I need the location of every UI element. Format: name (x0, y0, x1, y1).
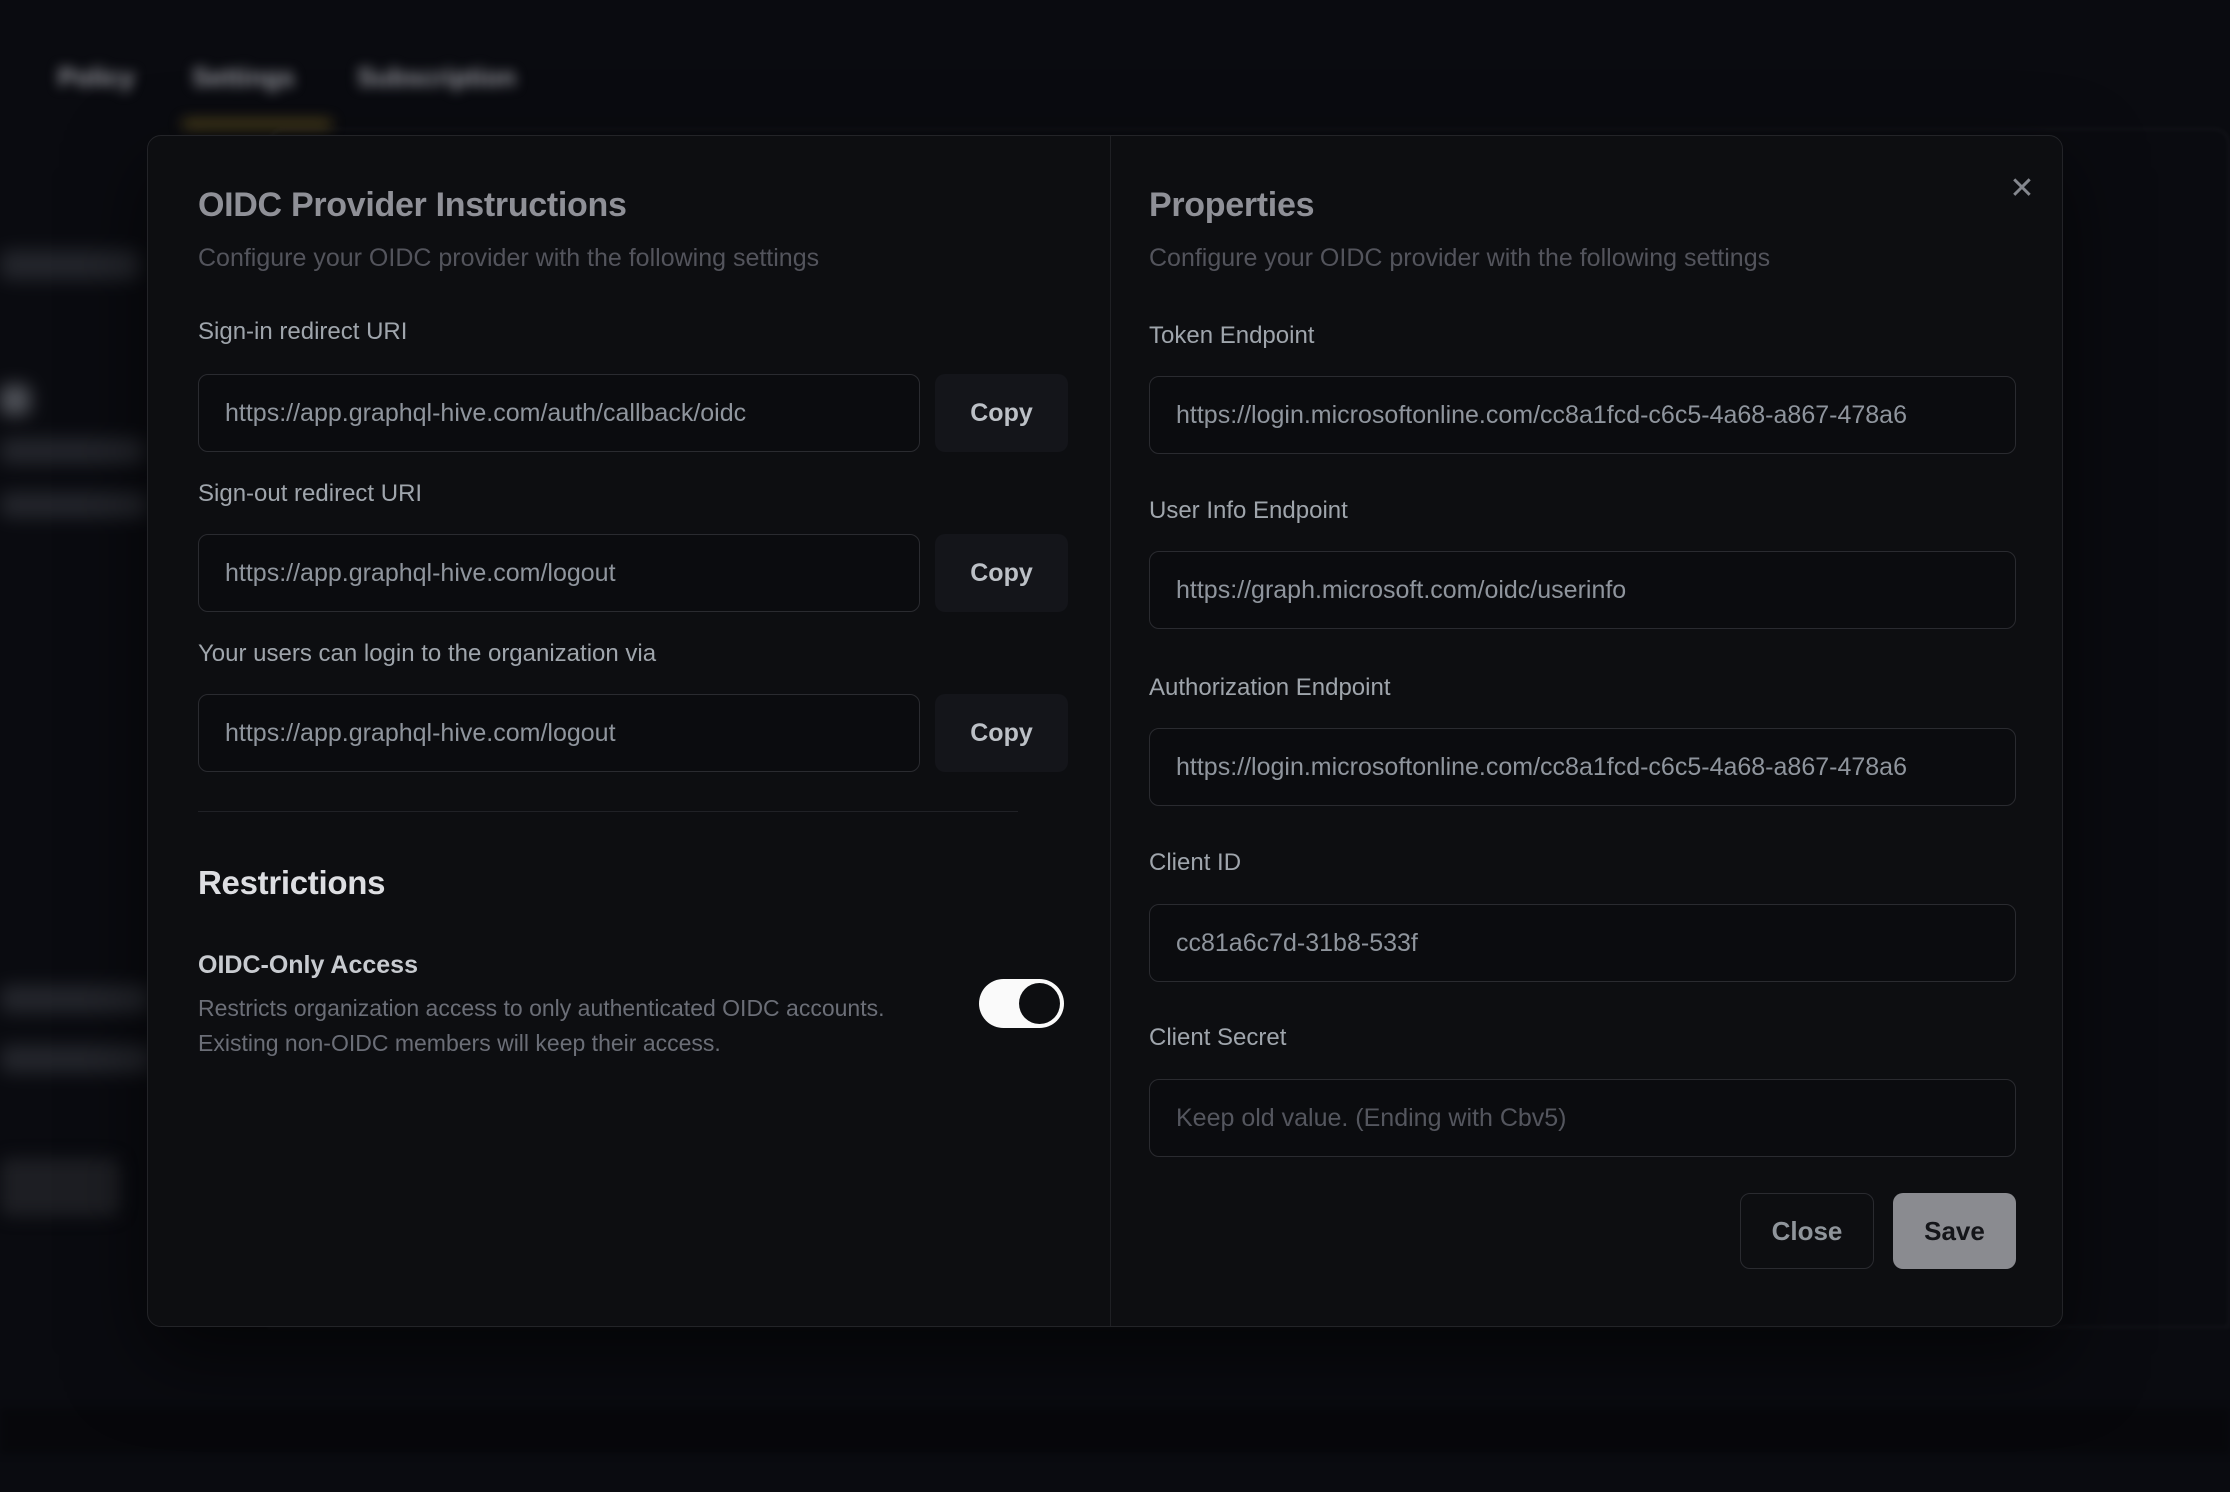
blurred-background-button (0, 1158, 120, 1216)
copy-signin-uri-button[interactable]: Copy (935, 374, 1068, 452)
close-button[interactable]: Close (1740, 1193, 1874, 1269)
background-section-band (0, 1408, 2230, 1454)
oidc-only-access-description-2: Existing non-OIDC members will keep thei… (198, 1026, 721, 1061)
login-via-input[interactable] (198, 694, 920, 772)
user-info-endpoint-label: User Info Endpoint (1149, 497, 1348, 525)
copy-signout-uri-button[interactable]: Copy (935, 534, 1068, 612)
signin-redirect-uri-label: Sign-in redirect URI (198, 318, 407, 346)
oidc-only-access-description-1: Restricts organization access to only au… (198, 991, 885, 1026)
user-info-endpoint-input[interactable] (1149, 551, 2016, 629)
token-endpoint-input[interactable] (1149, 376, 2016, 454)
tab-settings[interactable]: Settings (192, 62, 295, 93)
signout-redirect-uri-label: Sign-out redirect URI (198, 480, 422, 508)
left-column-subtitle: Configure your OIDC provider with the fo… (198, 244, 819, 273)
right-column-title: Properties (1149, 186, 1314, 225)
active-tab-underline (182, 120, 332, 128)
oidc-only-access-label: OIDC-Only Access (198, 951, 418, 980)
close-icon[interactable]: ✕ (2000, 166, 2044, 210)
client-id-input[interactable] (1149, 904, 2016, 982)
token-endpoint-label: Token Endpoint (1149, 322, 1314, 350)
blurred-background-text (0, 1045, 152, 1073)
copy-login-via-button[interactable]: Copy (935, 694, 1068, 772)
right-column-subtitle: Configure your OIDC provider with the fo… (1149, 244, 1770, 273)
client-id-label: Client ID (1149, 849, 1241, 877)
login-via-label: Your users can login to the organization… (198, 640, 656, 668)
signout-redirect-uri-input[interactable] (198, 534, 920, 612)
signin-redirect-uri-input[interactable] (198, 374, 920, 452)
tab-subscription[interactable]: Subscription (357, 62, 516, 93)
restrictions-divider (198, 811, 1018, 812)
save-button[interactable]: Save (1893, 1193, 2016, 1269)
column-divider (1110, 136, 1111, 1326)
blurred-background-text (0, 492, 148, 518)
left-column-title: OIDC Provider Instructions (198, 186, 627, 225)
blurred-background-text (0, 385, 30, 415)
authorization-endpoint-input[interactable] (1149, 728, 2016, 806)
tab-policy[interactable]: Policy (58, 62, 135, 93)
restrictions-heading: Restrictions (198, 864, 385, 902)
blurred-background-text (0, 250, 140, 280)
client-secret-input[interactable] (1149, 1079, 2016, 1157)
blurred-background-text (0, 438, 145, 464)
client-secret-label: Client Secret (1149, 1024, 1286, 1052)
oidc-settings-modal: ✕ OIDC Provider Instructions Configure y… (147, 135, 2063, 1327)
authorization-endpoint-label: Authorization Endpoint (1149, 674, 1391, 702)
blurred-background-text (0, 985, 150, 1013)
oidc-only-access-toggle[interactable] (979, 979, 1064, 1028)
toggle-thumb (1019, 983, 1060, 1024)
